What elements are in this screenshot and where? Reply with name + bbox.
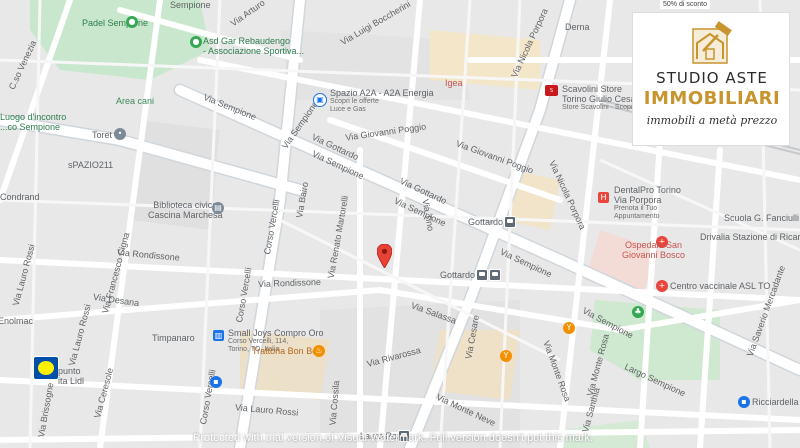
poi-gottardo-stop-2[interactable]: Gottardo	[440, 270, 475, 280]
poi-lidl[interactable]: punto ita Lidl	[58, 366, 84, 386]
poi-lidl-title: punto	[58, 366, 81, 376]
shop-icon[interactable]: ▪	[210, 376, 222, 388]
poi-spazio211[interactable]: sPAZIO211	[68, 160, 113, 170]
bus-stop-icon[interactable]	[504, 216, 516, 228]
poi-ospedale-title: Ospedale San	[625, 240, 683, 250]
street-label-enolmac: Enolmac	[0, 316, 34, 326]
poi-gottardo-stop-1[interactable]: Gottardo	[468, 217, 503, 227]
shop-icon[interactable]: ▥	[213, 330, 224, 341]
park-icon[interactable]: ♣	[632, 306, 644, 318]
poi-ricciardella[interactable]: Ricciardella Lida	[752, 397, 800, 407]
poi-area-cani[interactable]: Area cani	[116, 96, 154, 106]
poi-asd-gar-sub: - Associazione Sportiva...	[203, 46, 305, 56]
poi-dentalpro-title: DentalPro Torino	[614, 185, 681, 195]
scavolini-logo-icon[interactable]: S	[545, 85, 558, 96]
poi-small-joys-sub1: Corso Vercelli, 114,	[228, 338, 289, 345]
poi-spazio-a2a-sub2: Luce e Gas	[330, 106, 366, 113]
poi-label-drivalia: Drivalia Stazione di Ricarica	[700, 232, 800, 242]
bus-stop-icon[interactable]	[476, 269, 488, 281]
lidl-logo-icon[interactable]	[33, 356, 59, 380]
poi-padel-sempione[interactable]: Padel Sempione	[82, 18, 148, 28]
poi-dentalpro-sub1: Prenota il Tuo	[614, 205, 658, 212]
poi-luogo-incontro[interactable]: Luogo d'incontro ...co Sempione	[0, 112, 66, 132]
location-pin-icon[interactable]	[377, 244, 392, 268]
poi-centro-vaccinale[interactable]: Centro vaccinale ASL TO	[670, 281, 770, 291]
restaurant-icon[interactable]: ♨	[313, 345, 325, 357]
poi-scavolini-title: Scavolini Store	[562, 84, 623, 94]
fountain-icon[interactable]: •	[114, 128, 126, 140]
map-canvas[interactable]: Via Luigi Boccherini Via Arturo Sempione…	[0, 0, 800, 448]
poi-biblioteca-title: Biblioteca civica	[153, 200, 218, 210]
trial-watermark: Protected with trial version of Visual W…	[193, 432, 594, 444]
street-label-sempione-top: Sempione	[170, 0, 211, 10]
logo-title-line2: IMMOBILIARI	[643, 88, 781, 109]
bus-stop-icon[interactable]	[489, 269, 501, 281]
vaccine-icon[interactable]: +	[656, 280, 668, 292]
dental-icon[interactable]: H	[598, 192, 609, 203]
food-icon[interactable]: Y	[563, 322, 575, 334]
poi-spazio-a2a-sub1: Scopri le offerte	[330, 98, 379, 105]
poi-lidl-sub: ita Lidl	[58, 376, 85, 386]
poi-timpanaro[interactable]: Timpanaro	[152, 333, 195, 343]
library-icon[interactable]: ▤	[212, 202, 224, 214]
poi-igea[interactable]: Igea	[445, 78, 463, 88]
sport-icon[interactable]: ●	[126, 16, 138, 28]
poi-scuola[interactable]: Scuola G. Fanciulli	[724, 213, 799, 223]
poi-luogo-incontro-title: Luogo d'incontro	[0, 112, 67, 122]
poi-dentalpro-title2: Via Porpora	[614, 195, 662, 205]
poi-condrand[interactable]: Condrand	[0, 192, 40, 202]
food-icon[interactable]: Y	[500, 350, 512, 362]
poi-dentalpro-sub2: Appuntamento	[614, 213, 660, 220]
street-label-derna: Derna	[565, 22, 590, 32]
poi-asd-gar-title: Asd Gar Rebaudengo	[203, 36, 291, 46]
poi-toret[interactable]: Toret	[92, 130, 112, 140]
shop-icon[interactable]: ▪	[738, 396, 750, 408]
poi-spazio-a2a[interactable]: Spazio A2A - A2A Energia Scopri le offer…	[330, 88, 434, 114]
gavel-house-logo-icon	[692, 21, 732, 64]
poi-ospedale[interactable]: Ospedale San Giovanni Bosco	[622, 240, 685, 260]
poi-ospedale-sub: Giovanni Bosco	[622, 250, 686, 260]
logo-title-line1: STUDIO ASTE	[656, 69, 768, 87]
poi-luogo-incontro-sub: ...co Sempione	[0, 122, 61, 132]
poi-biblioteca-sub: Cascina Marchesa	[148, 210, 223, 220]
poi-spazio-a2a-title: Spazio A2A - A2A Energia	[330, 88, 434, 98]
logo-tagline: immobili a metà prezzo	[646, 114, 778, 127]
studio-aste-logo-card[interactable]: STUDIO ASTE IMMOBILIARI immobili a metà …	[632, 12, 790, 146]
sport-icon[interactable]: ●	[190, 36, 202, 48]
poi-small-joys-title: Small Joys Compro Oro	[228, 328, 324, 338]
discount-badge: 50% di sconto	[660, 0, 710, 9]
store-icon[interactable]: ▣	[313, 93, 327, 107]
poi-asd-gar[interactable]: Asd Gar Rebaudengo - Associazione Sporti…	[203, 36, 304, 56]
poi-trattoria[interactable]: Trattoria Bon Bon	[252, 346, 322, 356]
poi-dentalpro[interactable]: DentalPro Torino Via Porpora Prenota il …	[614, 185, 681, 221]
